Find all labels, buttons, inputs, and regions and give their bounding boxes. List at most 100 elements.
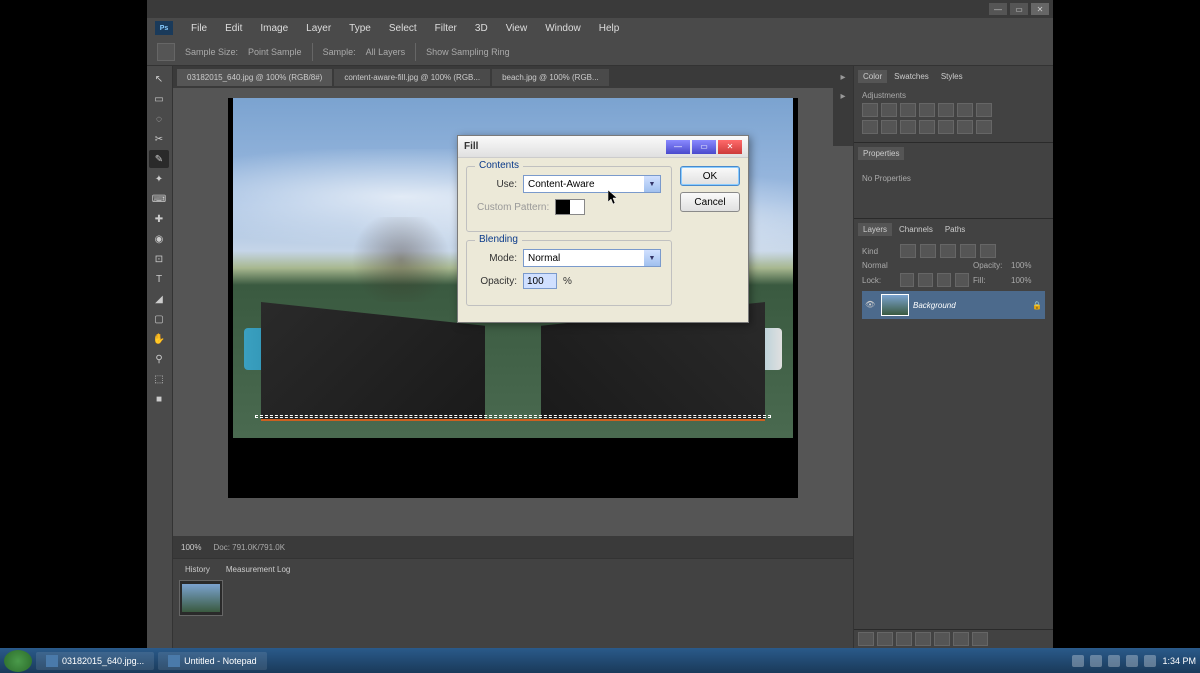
link-layers-icon[interactable] [858, 632, 874, 646]
adjustment-icon[interactable] [976, 120, 992, 134]
menu-type[interactable]: Type [341, 21, 379, 36]
tool-preset-icon[interactable] [157, 43, 175, 61]
lock-icon[interactable]: 🔒 [1032, 301, 1042, 310]
adjustment-icon[interactable] [919, 103, 935, 117]
window-close-button[interactable]: ✕ [1031, 3, 1049, 15]
tab-swatches[interactable]: Swatches [889, 70, 934, 83]
lock-transparent-icon[interactable] [900, 273, 914, 287]
swap-colors-icon[interactable]: ⬚ [149, 370, 169, 388]
use-dropdown[interactable]: Content-Aware ▼ [523, 175, 661, 193]
adjustment-icon[interactable] [919, 120, 935, 134]
filter-pixel-icon[interactable] [900, 244, 916, 258]
menu-select[interactable]: Select [381, 21, 425, 36]
marquee-tool-icon[interactable]: ▭ [149, 90, 169, 108]
type-tool-icon[interactable]: T [149, 270, 169, 288]
adjustment-icon[interactable] [900, 120, 916, 134]
layer-mask-icon[interactable] [896, 632, 912, 646]
tray-icon[interactable] [1090, 655, 1102, 667]
tab-color[interactable]: Color [858, 70, 887, 83]
menu-window[interactable]: Window [537, 21, 589, 36]
eraser-tool-icon[interactable]: ◉ [149, 230, 169, 248]
adjustment-icon[interactable] [881, 103, 897, 117]
tab-layers[interactable]: Layers [858, 223, 892, 236]
layer-name[interactable]: Background [913, 301, 956, 310]
adjustment-icon[interactable] [957, 120, 973, 134]
adjustment-icon[interactable] [938, 120, 954, 134]
adjustment-icon[interactable] [881, 120, 897, 134]
menu-view[interactable]: View [498, 21, 536, 36]
collapsed-panel-icon[interactable]: ▸ [840, 91, 845, 102]
filter-adjust-icon[interactable] [920, 244, 936, 258]
document-tab[interactable]: 03182015_640.jpg @ 100% (RGB/8#) [177, 69, 332, 86]
lock-all-icon[interactable] [955, 273, 969, 287]
dialog-minimize-button[interactable]: — [666, 140, 690, 154]
ok-button[interactable]: OK [680, 166, 740, 186]
menu-layer[interactable]: Layer [298, 21, 339, 36]
start-button[interactable] [4, 650, 32, 672]
tray-icon[interactable] [1072, 655, 1084, 667]
adjustment-icon[interactable] [900, 103, 916, 117]
document-info[interactable]: Doc: 791.0K/791.0K [213, 543, 285, 552]
healing-tool-icon[interactable]: ✦ [149, 170, 169, 188]
layer-style-icon[interactable] [877, 632, 893, 646]
new-layer-icon[interactable] [953, 632, 969, 646]
adjustment-icon[interactable] [957, 103, 973, 117]
eyedropper-tool-icon[interactable]: ✎ [149, 150, 169, 168]
tab-history[interactable]: History [179, 563, 216, 576]
adjustment-icon[interactable] [976, 103, 992, 117]
document-tab[interactable]: beach.jpg @ 100% (RGB... [492, 69, 609, 86]
shape-tool-icon[interactable]: ▢ [149, 310, 169, 328]
sample-value[interactable]: All Layers [366, 47, 406, 57]
lock-pixels-icon[interactable] [918, 273, 932, 287]
menu-edit[interactable]: Edit [217, 21, 250, 36]
crop-tool-icon[interactable]: ✂ [149, 130, 169, 148]
move-tool-icon[interactable]: ↖ [149, 70, 169, 88]
show-ring-label[interactable]: Show Sampling Ring [426, 47, 510, 57]
hand-tool-icon[interactable]: ✋ [149, 330, 169, 348]
tab-channels[interactable]: Channels [894, 223, 938, 236]
window-minimize-button[interactable]: — [989, 3, 1007, 15]
document-tab[interactable]: content-aware-fill.jpg @ 100% (RGB... [334, 69, 490, 86]
window-maximize-button[interactable]: ▭ [1010, 3, 1028, 15]
filter-shape-icon[interactable] [960, 244, 976, 258]
clock[interactable]: 1:34 PM [1162, 656, 1196, 666]
adjustment-icon[interactable] [862, 103, 878, 117]
filter-smart-icon[interactable] [980, 244, 996, 258]
adjustment-icon[interactable] [938, 103, 954, 117]
network-icon[interactable] [1144, 655, 1156, 667]
taskbar-item[interactable]: 03182015_640.jpg... [36, 652, 154, 670]
adjustment-layer-icon[interactable] [915, 632, 931, 646]
tab-styles[interactable]: Styles [936, 70, 968, 83]
stamp-tool-icon[interactable]: ✚ [149, 210, 169, 228]
lock-position-icon[interactable] [937, 273, 951, 287]
history-snapshot[interactable] [179, 580, 223, 616]
menu-image[interactable]: Image [252, 21, 296, 36]
sample-size-value[interactable]: Point Sample [248, 47, 302, 57]
foreground-color-icon[interactable]: ■ [149, 390, 169, 408]
zoom-tool-icon[interactable]: ⚲ [149, 350, 169, 368]
fill-value[interactable]: 100% [1011, 276, 1045, 285]
blend-mode-dropdown[interactable]: Normal [862, 261, 896, 270]
filter-type-icon[interactable] [940, 244, 956, 258]
tab-paths[interactable]: Paths [940, 223, 970, 236]
gradient-tool-icon[interactable]: ⊡ [149, 250, 169, 268]
menu-3d[interactable]: 3D [467, 21, 496, 36]
dialog-close-button[interactable]: ✕ [718, 140, 742, 154]
lasso-tool-icon[interactable]: ◌ [149, 110, 169, 128]
opacity-input[interactable]: 100 [523, 273, 557, 289]
mode-dropdown[interactable]: Normal ▼ [523, 249, 661, 267]
zoom-level[interactable]: 100% [181, 543, 201, 552]
collapsed-panel-icon[interactable]: ▸ [840, 72, 845, 83]
volume-icon[interactable] [1126, 655, 1138, 667]
brush-tool-icon[interactable]: ⌨ [149, 190, 169, 208]
opacity-value[interactable]: 100% [1011, 261, 1045, 270]
group-icon[interactable] [934, 632, 950, 646]
adjustment-icon[interactable] [862, 120, 878, 134]
tab-properties[interactable]: Properties [858, 147, 904, 160]
dialog-maximize-button[interactable]: ▭ [692, 140, 716, 154]
menu-file[interactable]: File [183, 21, 215, 36]
layer-thumbnail[interactable] [881, 294, 909, 316]
trash-icon[interactable] [972, 632, 988, 646]
cancel-button[interactable]: Cancel [680, 192, 740, 212]
layer-row-background[interactable]: 👁 Background 🔒 [862, 291, 1045, 319]
